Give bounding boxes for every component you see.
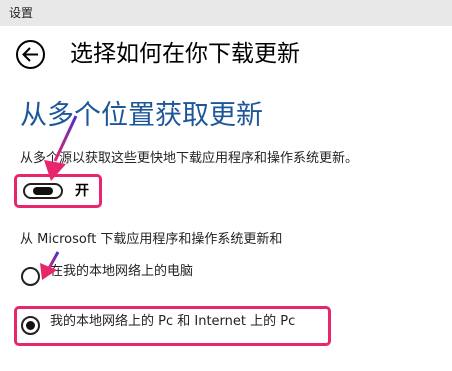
section-description: 从多个源以获取这些更快地下载应用程序和操作系统更新。 — [20, 151, 359, 166]
delivery-toggle-switch[interactable] — [23, 183, 63, 199]
toggle-knob — [33, 187, 53, 195]
source-label: 从 Microsoft 下载应用程序和操作系统更新和 — [20, 232, 283, 247]
radio-local-and-internet-label[interactable]: 我的本地网络上的 Pc 和 Internet 上的 Pc — [50, 313, 295, 331]
toggle-state-label: 开 — [75, 183, 89, 199]
radio-local-network-label[interactable]: 在我的本地网络上的电脑 — [50, 263, 193, 281]
radio-local-network[interactable] — [21, 267, 40, 286]
back-button[interactable] — [16, 40, 45, 69]
section-title: 从多个位置获取更新 — [20, 100, 263, 131]
radio-selected-dot — [26, 321, 35, 330]
back-arrow-icon — [22, 47, 38, 62]
window-title: 设置 — [9, 6, 34, 20]
radio-local-and-internet[interactable] — [21, 316, 40, 335]
page-title: 选择如何在你下载更新 — [70, 41, 300, 67]
title-bar: 设置 — [0, 0, 452, 26]
